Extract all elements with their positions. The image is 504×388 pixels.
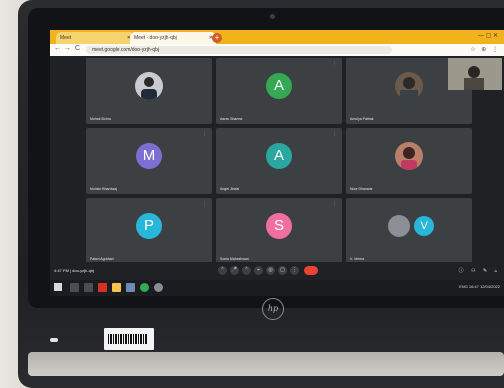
participant-avatar: M xyxy=(136,142,162,169)
participant-tile[interactable]: A Angel Jindal ⋮ xyxy=(216,128,342,194)
mic-icon[interactable]: 🎤 xyxy=(230,266,239,275)
status-light xyxy=(50,338,58,342)
participant-avatar: S xyxy=(266,212,292,239)
barcode-sticker xyxy=(104,328,154,350)
participant-avatar: V xyxy=(414,215,435,236)
captions-icon[interactable]: ◎ xyxy=(266,266,275,275)
participant-photo xyxy=(135,71,163,100)
self-view-video[interactable] xyxy=(448,58,502,90)
windows-start-icon[interactable] xyxy=(54,283,62,291)
participant-grid: Mohak Bohra A Aarav Sharma ⋮ Amulya Path… xyxy=(86,58,472,264)
end-call-button[interactable] xyxy=(304,266,318,275)
participant-photo xyxy=(395,71,423,100)
more-options-icon[interactable]: ⋮ xyxy=(332,61,337,67)
task-view-icon[interactable] xyxy=(84,283,93,292)
participant-name: Sonia Maheshwari xyxy=(220,257,249,261)
search-icon[interactable] xyxy=(70,283,79,292)
barcode xyxy=(108,334,148,344)
participant-name: V. Verma xyxy=(350,257,365,261)
participant-avatar: A xyxy=(266,72,292,99)
more-options-icon[interactable]: ⋮ xyxy=(290,266,299,275)
mic-options-icon[interactable]: ⌃ xyxy=(218,266,227,275)
present-icon[interactable]: ▢ xyxy=(278,266,287,275)
participant-tile[interactable]: M Mohsin Bhardwaj ⋮ xyxy=(86,128,212,194)
tab-title: Meet xyxy=(60,35,72,41)
windows-taskbar: ENG 16:47 12/04/2022 xyxy=(50,280,504,296)
forward-icon[interactable]: → xyxy=(64,45,71,52)
settings-icon[interactable] xyxy=(154,283,163,292)
participant-name: Aarav Sharma xyxy=(220,117,243,121)
browser-tab-2[interactable]: Meet - doo-yzjh-qbj ✕ xyxy=(130,32,216,44)
participant-name: Angel Jindal xyxy=(220,187,240,191)
photos-icon[interactable] xyxy=(126,283,135,292)
participant-name: Noor Dhanwar xyxy=(350,187,373,191)
participant-name: Mohsin Bhardwaj xyxy=(90,187,117,191)
address-bar: ← → C meet.google.com/doo-yzjh-qbj ☆ ⊕ ⋮ xyxy=(50,44,504,56)
more-options-icon[interactable]: ⋮ xyxy=(332,131,337,137)
participant-tile[interactable]: Noor Dhanwar xyxy=(346,128,472,194)
laptop-screen: Meet ✕ Meet - doo-yzjh-qbj ✕ + — ▢ ✕ ← →… xyxy=(50,30,504,296)
participant-tile[interactable]: Mohak Bohra xyxy=(86,58,212,124)
back-icon[interactable]: ← xyxy=(54,45,61,52)
more-options-icon[interactable]: ⋮ xyxy=(332,201,337,207)
url-input[interactable]: meet.google.com/doo-yzjh-qbj xyxy=(86,46,392,54)
participant-avatar: A xyxy=(266,142,292,169)
participant-photo xyxy=(387,214,410,237)
window-controls[interactable]: — ▢ ✕ xyxy=(478,32,498,39)
participant-photo xyxy=(395,141,423,170)
camera-icon[interactable]: ⌁ xyxy=(254,266,263,275)
tab-title: Meet - doo-yzjh-qbj xyxy=(134,35,177,41)
new-tab-button[interactable]: + xyxy=(212,33,222,43)
browser-tab-bar: Meet ✕ Meet - doo-yzjh-qbj ✕ + — ▢ ✕ xyxy=(50,30,504,44)
hp-logo: hp xyxy=(262,298,284,320)
file-explorer-icon[interactable] xyxy=(112,283,121,292)
meet-side-controls[interactable]: ⓘ ⚇ ✎ ▵ xyxy=(459,267,500,274)
webcam-icon xyxy=(270,14,275,19)
participant-name: Palavi Agrahari xyxy=(90,257,114,261)
camera-options-icon[interactable]: ⌃ xyxy=(242,266,251,275)
participant-tile[interactable]: V V. Verma xyxy=(346,198,472,264)
browser-tab-1[interactable]: Meet ✕ xyxy=(56,32,134,44)
participant-tile[interactable]: A Aarav Sharma ⋮ xyxy=(216,58,342,124)
reload-icon[interactable]: C xyxy=(75,45,80,52)
laptop-hinge xyxy=(28,352,504,376)
participant-tile[interactable]: S Sonia Maheshwari ⋮ xyxy=(216,198,342,264)
acrobat-icon[interactable] xyxy=(98,283,107,292)
participant-name: Amulya Pathak xyxy=(350,117,374,121)
system-tray[interactable]: ENG 16:47 12/04/2022 xyxy=(459,284,500,289)
chrome-icon[interactable] xyxy=(140,283,149,292)
more-options-icon[interactable]: ⋮ xyxy=(202,201,207,207)
participant-tile[interactable]: P Palavi Agrahari ⋮ xyxy=(86,198,212,264)
participant-name: Mohak Bohra xyxy=(90,117,111,121)
meet-control-bar: 4:47 PM | doo-yzjh-qbj ⌃ 🎤 ⌃ ⌁ ◎ ▢ ⋮ ⓘ ⚇… xyxy=(50,262,504,280)
meeting-time: 4:47 PM | doo-yzjh-qbj xyxy=(54,268,94,273)
browser-tools[interactable]: ☆ ⊕ ⋮ xyxy=(470,46,500,53)
participant-avatar: P xyxy=(136,212,162,239)
more-options-icon[interactable]: ⋮ xyxy=(202,131,207,137)
